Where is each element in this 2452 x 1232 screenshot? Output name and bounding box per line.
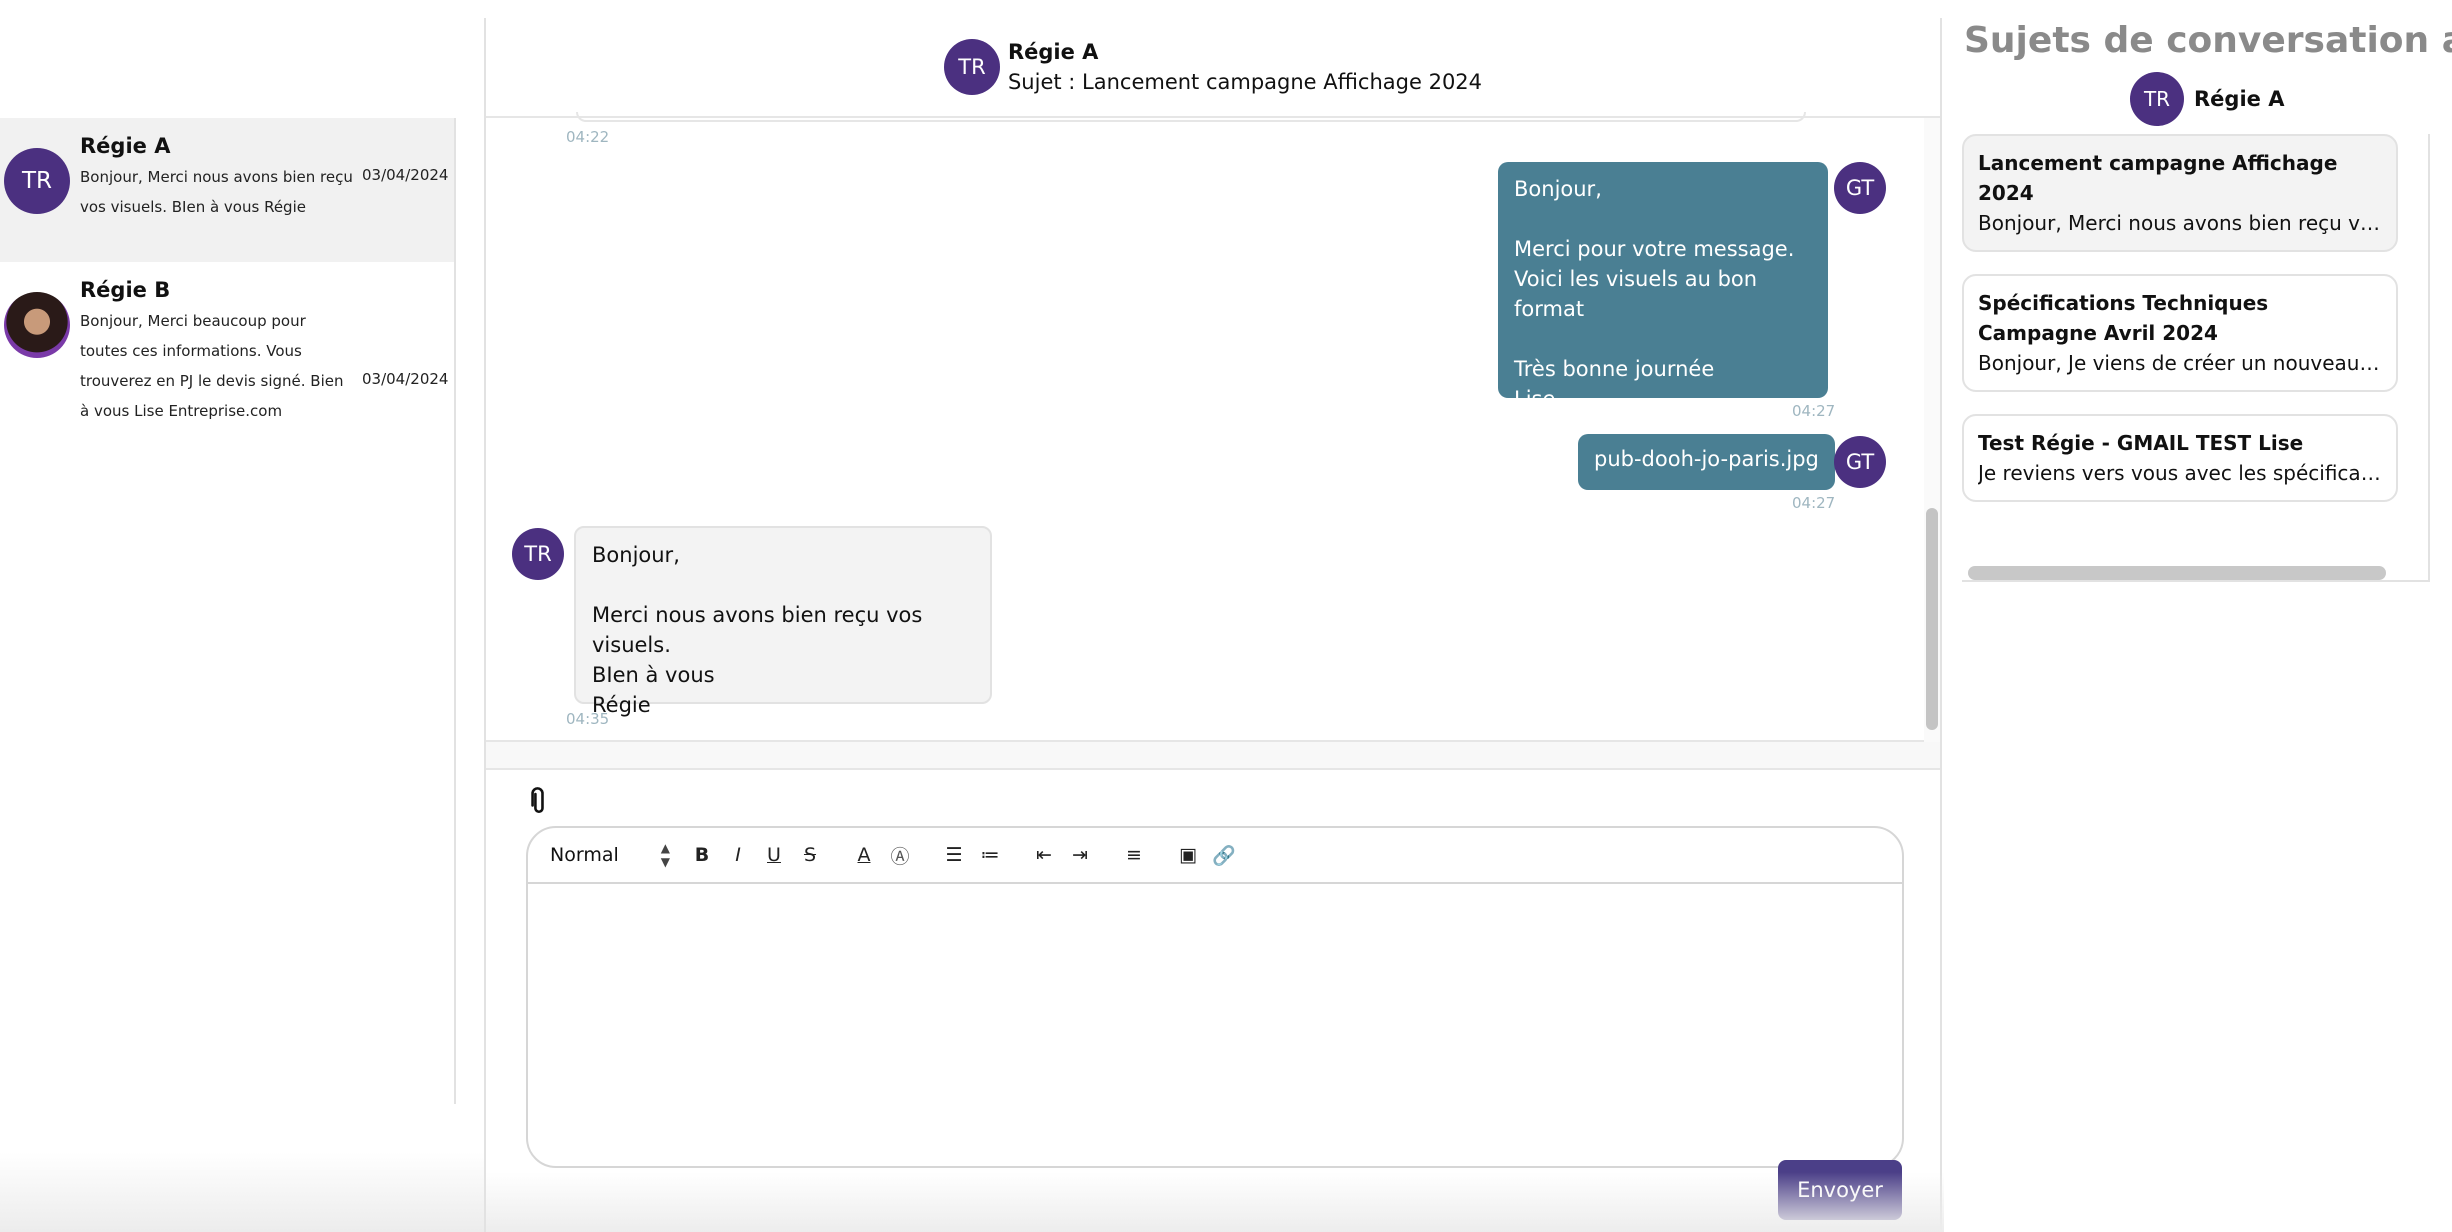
outdent-icon[interactable]: ⇤	[1026, 844, 1062, 866]
message-time: 04:27	[1792, 494, 1836, 512]
horizontal-scrollbar[interactable]	[1968, 566, 2386, 580]
conversation-sidebar: TR Régie A Bonjour, Merci nous avons bie…	[0, 0, 484, 1232]
conversation-name: Régie B	[80, 278, 171, 302]
chat-header: TR Régie A Sujet : Lancement campagne Af…	[486, 18, 1940, 118]
conversation-item-regie-a[interactable]: TR Régie A Bonjour, Merci nous avons bie…	[0, 118, 454, 262]
image-icon[interactable]: ▣	[1170, 844, 1206, 866]
avatar: TR	[2130, 72, 2184, 126]
bullet-list-icon[interactable]: ≔	[972, 844, 1008, 866]
message-time: 04:27	[1792, 402, 1836, 420]
topic-card[interactable]: Lancement campagne Affichage 2024 Bonjou…	[1962, 134, 2398, 252]
message-time: 04:35	[566, 710, 610, 728]
conversation-date: 03/04/2024	[362, 166, 449, 184]
topic-card[interactable]: Test Régie - GMAIL TEST Lise Je reviens …	[1962, 414, 2398, 502]
avatar: GT	[1834, 436, 1886, 488]
avatar	[4, 292, 70, 358]
send-button[interactable]: Envoyer	[1778, 1160, 1902, 1220]
topics-contact: TR Régie A	[2130, 72, 2284, 126]
topics-panel: Sujets de conversation avec TR Régie A L…	[1944, 18, 2452, 1232]
conversation-preview: Bonjour, Merci beaucoup pour toutes ces …	[80, 312, 344, 420]
paperclip-icon[interactable]	[518, 779, 563, 824]
format-select[interactable]: Normal ▲ ▼	[550, 841, 670, 869]
messaging-app: TR Régie A Bonjour, Merci nous avons bie…	[0, 0, 2452, 1232]
avatar: GT	[1834, 162, 1886, 214]
conversation-preview: Bonjour, Merci nous avons bien reçu vos …	[80, 168, 353, 216]
conversation-list: TR Régie A Bonjour, Merci nous avons bie…	[0, 118, 456, 1104]
strike-icon[interactable]: S	[792, 844, 828, 866]
editor-toolbar: Normal ▲ ▼ B I U S A Ⓐ ☰ ≔ ⇤ ⇥ ≡ ▣ 🔗	[528, 828, 1902, 884]
chat-subject: Sujet : Lancement campagne Affichage 202…	[1007, 70, 1483, 94]
conversation-name: Régie A	[80, 134, 171, 158]
highlight-icon[interactable]: Ⓐ	[882, 842, 918, 869]
conversation-item-regie-b[interactable]: Régie B Bonjour, Merci beaucoup pour tou…	[0, 262, 454, 462]
message-thread[interactable]: 04:22 Bonjour, Merci pour votre message.…	[486, 112, 1940, 742]
select-caret-icon: ▲ ▼	[660, 841, 670, 869]
avatar: TR	[512, 528, 564, 580]
message-time: 04:22	[566, 128, 610, 146]
indent-icon[interactable]: ⇥	[1062, 844, 1098, 866]
previous-message-bubble	[576, 112, 1806, 122]
scrollbar-thumb[interactable]	[1926, 508, 1938, 730]
conversation-date: 03/04/2024	[362, 370, 449, 388]
topics-title: Sujets de conversation avec	[1964, 20, 2452, 61]
align-icon[interactable]: ≡	[1116, 844, 1152, 866]
thread-scrollbar[interactable]	[1924, 118, 1940, 742]
chat-contact-name: Régie A	[1007, 40, 1099, 64]
message-bubble-incoming: Bonjour, Merci nous avons bien reçu vos …	[574, 526, 992, 717]
italic-icon[interactable]: I	[720, 844, 756, 866]
ordered-list-icon[interactable]: ☰	[936, 844, 972, 866]
underline-icon[interactable]: U	[756, 844, 792, 866]
avatar: TR	[4, 148, 70, 214]
topics-list[interactable]: Lancement campagne Affichage 2024 Bonjou…	[1962, 134, 2430, 582]
topic-card[interactable]: Spécifications Techniques Campagne Avril…	[1962, 274, 2398, 392]
bold-icon[interactable]: B	[684, 844, 720, 866]
avatar: TR	[943, 39, 1000, 95]
chat-panel: TR Régie A Sujet : Lancement campagne Af…	[484, 18, 1944, 1232]
text-color-icon[interactable]: A	[846, 844, 882, 866]
message-editor[interactable]: Normal ▲ ▼ B I U S A Ⓐ ☰ ≔ ⇤ ⇥ ≡ ▣ 🔗	[526, 826, 1904, 1168]
attachment-bubble[interactable]: pub-dooh-jo-paris.jpg	[1578, 434, 1835, 490]
link-icon[interactable]: 🔗	[1206, 844, 1242, 867]
message-bubble-outgoing: Bonjour, Merci pour votre message. Voici…	[1498, 162, 1828, 411]
